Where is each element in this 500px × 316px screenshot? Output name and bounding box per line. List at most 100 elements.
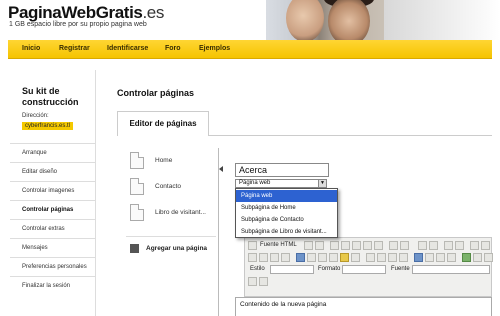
bg-color-icon[interactable] <box>259 277 268 286</box>
sidebar-item-preferencias[interactable]: Preferencias personales <box>10 257 96 276</box>
sidebar-item-controlar-paginas[interactable]: Controlar páginas <box>10 200 96 219</box>
site-header: PaginaWebGratis.es 1 GB espacio libre po… <box>0 0 500 40</box>
dropdown-option-subpagina-contacto[interactable]: Subpágina de Contacto <box>236 214 337 226</box>
anchor-icon[interactable] <box>484 253 493 262</box>
table-icon[interactable] <box>318 253 327 262</box>
nav-ejemplos[interactable]: Ejemplos <box>199 45 230 52</box>
logo-main-text: PaginaWebGratis <box>8 3 143 22</box>
remove-format-icon[interactable] <box>455 241 464 250</box>
logo-tld-text: .es <box>142 3 164 22</box>
page-list-label: Libro de visitant... <box>155 209 206 216</box>
sidebar-item-arranque[interactable]: Arranque <box>10 143 96 162</box>
spellcheck-icon[interactable] <box>400 241 409 250</box>
copy-icon[interactable] <box>341 241 350 250</box>
sidebar-item-controlar-extras[interactable]: Controlar extras <box>10 219 96 238</box>
strike-icon[interactable] <box>281 253 290 262</box>
document-icon <box>130 204 144 221</box>
editor-content-area[interactable]: Contenido de la nueva página <box>235 297 492 316</box>
dropdown-option-pagina-web[interactable]: Página web <box>236 190 337 202</box>
ordered-list-icon[interactable] <box>366 253 375 262</box>
toolbar-row-2 <box>248 253 493 263</box>
flash-icon[interactable] <box>307 253 316 262</box>
paste-icon[interactable] <box>352 241 361 250</box>
paste-word-icon[interactable] <box>374 241 383 250</box>
source-icon[interactable] <box>248 241 257 250</box>
outdent-icon[interactable] <box>388 253 397 262</box>
dropdown-option-subpagina-home[interactable]: Subpágina de Home <box>236 202 337 214</box>
tab-editor-de-paginas[interactable]: Editor de páginas <box>117 111 209 135</box>
toolbar-row-3: Estilo Formato Fuente <box>248 265 492 275</box>
page-title-input[interactable]: Acerca <box>235 163 329 177</box>
sidebar-heading-line2: construcción <box>22 97 79 107</box>
align-center-icon[interactable] <box>425 253 434 262</box>
find-icon[interactable] <box>418 241 427 250</box>
new-page-icon[interactable] <box>315 241 324 250</box>
align-left-icon[interactable] <box>414 253 423 262</box>
sidebar-item-finalizar-sesion[interactable]: Finalizar la sesión <box>10 276 96 295</box>
editor-toolbar: Fuente HTML Estilo Formato Fuente <box>244 237 493 297</box>
nav-identificarse[interactable]: Identificarse <box>107 45 148 52</box>
toolbar-row-1: Fuente HTML <box>248 241 492 251</box>
indent-icon[interactable] <box>399 253 408 262</box>
sidebar-item-controlar-imagenes[interactable]: Controlar imagenes <box>10 181 96 200</box>
site-tagline: 1 GB espacio libre por su propio pagina … <box>9 21 147 28</box>
paste-text-icon[interactable] <box>363 241 372 250</box>
document-icon <box>130 152 144 169</box>
photo-person-left <box>286 0 324 40</box>
form-icon[interactable] <box>470 241 479 250</box>
smiley-icon[interactable] <box>340 253 349 262</box>
nav-inicio[interactable]: Inicio <box>22 45 40 52</box>
nav-registrar[interactable]: Registrar <box>59 45 90 52</box>
sidebar-heading: Su kit de construcción <box>22 86 79 108</box>
chevron-down-icon: ▼ <box>318 180 326 187</box>
special-char-icon[interactable] <box>351 253 360 262</box>
page-list-divider <box>126 236 216 237</box>
text-color-icon[interactable] <box>248 277 257 286</box>
source-html-button[interactable]: Fuente HTML <box>260 242 297 248</box>
header-fade <box>384 0 500 40</box>
image-icon[interactable] <box>296 253 305 262</box>
nav-foro[interactable]: Foro <box>165 45 181 52</box>
align-justify-icon[interactable] <box>447 253 456 262</box>
style-label: Estilo <box>250 266 265 272</box>
format-label: Formato <box>318 266 341 272</box>
cut-icon[interactable] <box>330 241 339 250</box>
site-logo[interactable]: PaginaWebGratis.es <box>8 3 164 23</box>
dropdown-option-subpagina-libro[interactable]: Subpágina de Libro de visitant... <box>236 226 337 238</box>
page-list-label: Home <box>155 157 173 164</box>
link-icon[interactable] <box>462 253 471 262</box>
direccion-badge[interactable]: cyberfrancis.es.tl <box>22 122 74 130</box>
rule-icon[interactable] <box>329 253 338 262</box>
direccion-label: Dirección: <box>22 113 49 119</box>
bold-icon[interactable] <box>248 253 257 262</box>
select-all-icon[interactable] <box>444 241 453 250</box>
print-icon[interactable] <box>389 241 398 250</box>
underline-icon[interactable] <box>270 253 279 262</box>
header-photo <box>266 0 384 40</box>
align-right-icon[interactable] <box>436 253 445 262</box>
sidebar-item-mensajes[interactable]: Mensajes <box>10 238 96 257</box>
font-label: Fuente <box>391 266 410 272</box>
add-page-icon[interactable] <box>130 244 139 253</box>
toolbar-row-4 <box>248 277 492 287</box>
font-select[interactable] <box>412 265 490 274</box>
page-type-dropdown: Página web Subpágina de Home Subpágina d… <box>235 188 338 238</box>
format-select[interactable] <box>342 265 386 274</box>
main-nav: Inicio Registrar Identificarse Foro Ejem… <box>8 40 492 59</box>
page-list-label: Contacto <box>155 183 182 190</box>
replace-icon[interactable] <box>429 241 438 250</box>
add-page-link[interactable]: Agregar una página <box>146 245 207 252</box>
sidebar-heading-line1: Su kit de <box>22 86 60 96</box>
style-select[interactable] <box>270 265 314 274</box>
editor-content-text: Contenido de la nueva página <box>240 301 327 308</box>
page-type-select-value: Página web <box>239 180 271 186</box>
collapse-arrow-icon[interactable] <box>219 166 223 172</box>
unlink-icon[interactable] <box>473 253 482 262</box>
save-icon[interactable] <box>304 241 313 250</box>
page-type-select[interactable]: Página web ▼ <box>235 179 327 188</box>
italic-icon[interactable] <box>259 253 268 262</box>
bullet-list-icon[interactable] <box>377 253 386 262</box>
checkbox-icon[interactable] <box>481 241 490 250</box>
document-icon <box>130 178 144 195</box>
sidebar-item-editar-diseno[interactable]: Editar diseño <box>10 162 96 181</box>
